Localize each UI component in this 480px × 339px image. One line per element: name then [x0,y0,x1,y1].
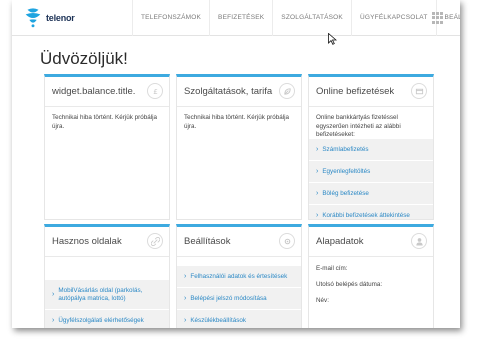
email-field-label: E-mail cím: [316,265,348,272]
chevron-right-icon: › [52,316,55,324]
name-field-label: Név: [316,297,329,304]
online-payments-card: Online befizetések Online bankkártyás fi… [308,74,434,220]
currency-icon[interactable]: £ [147,83,163,99]
card-header: Hasznos oldalak [45,227,169,257]
browser-viewport: telenor TELEFONSZÁMOK BEFIZETÉSEK SZOLGÁ… [12,0,460,328]
nav-item-services[interactable]: SZOLGÁLTATÁSOK [272,0,351,36]
balance-card: widget.balance.title. £ Technikai hiba t… [44,74,170,220]
page-title: Üdvözöljük! [40,49,128,68]
top-navigation-bar: telenor TELEFONSZÁMOK BEFIZETÉSEK SZOLGÁ… [12,0,460,36]
link-icon[interactable] [147,233,163,249]
list-item[interactable]: › Bölég befizetése [309,182,433,204]
main-nav: TELEFONSZÁMOK BEFIZETÉSEK SZOLGÁLTATÁSOK… [132,0,460,36]
link-label: Egyenlegfeltöltés [322,167,371,175]
chevron-right-icon: › [184,294,187,302]
link-label: Készülékbeállítások [190,316,246,324]
card-header: Szolgáltatások, tarifa [177,77,301,107]
card-title: Beállítások [184,236,231,247]
card-header: Online befizetések [309,77,433,107]
list-item[interactable]: › Egyenlegfeltöltés [309,160,433,182]
chevron-right-icon: › [316,145,319,153]
card-title: widget.balance.title. [52,86,136,97]
card-title: Online befizetések [316,86,395,97]
mouse-cursor-icon [328,33,337,45]
useful-link-list: › MobilVásárlás oldal (parkolás, autópály… [45,279,169,328]
chevron-right-icon: › [184,316,187,324]
last-login-field-label: Utolsó belépés dátuma: [316,281,383,288]
telenor-logo-icon [25,8,41,28]
card-title: Hasznos oldalak [52,236,122,247]
basic-data-card: Alapadatok E-mail cím: Utolsó belépés dá… [308,224,434,328]
telenor-logo[interactable]: telenor [22,6,82,30]
card-icon[interactable] [411,83,427,99]
svg-text:£: £ [153,87,158,96]
chevron-right-icon: › [316,189,319,197]
card-header: Alapadatok [309,227,433,257]
card-header: widget.balance.title. £ [45,77,169,107]
list-item[interactable]: › Belépési jelszó módosítása [177,287,301,309]
logo-wordmark: telenor [46,13,75,23]
nav-item-phone-numbers[interactable]: TELEFONSZÁMOK [132,0,209,36]
leaf-icon[interactable] [279,83,295,99]
chevron-right-icon: › [316,167,319,175]
chevron-right-icon: › [316,211,319,219]
user-icon[interactable] [411,233,427,249]
link-label: Korábbi befizetések áttekintése [322,211,410,219]
link-label: MobilVásárlás oldal (parkolás, autópálya… [58,286,143,302]
services-card: Szolgáltatások, tarifa Technikai hiba tö… [176,74,302,220]
card-title: Alapadatok [316,236,364,247]
link-label: Bölég befizetése [322,189,369,197]
list-item[interactable]: › Készülékbeállítások [177,309,301,328]
card-header: Beállítások [177,227,301,257]
list-item[interactable]: › Felhasználói adatok és értesítések [177,265,301,287]
list-item[interactable]: › Korábbi befizetések áttekintése [309,204,433,219]
error-message: Technikai hiba történt. Kérjük próbálja … [52,114,158,130]
link-label: Számlabefizetés [322,145,369,153]
list-item[interactable]: › Számlabefizetés [309,138,433,160]
link-label: Felhasználói adatok és értesítések [190,272,288,280]
list-item[interactable]: › MobilVásárlás oldal (parkolás, autópály… [45,279,169,309]
basic-data-fields: E-mail cím: Utolsó belépés dátuma: Név: [309,257,433,320]
grid-icon[interactable] [432,12,444,24]
card-title: Szolgáltatások, tarifa [184,86,273,97]
gear-icon[interactable] [279,233,295,249]
chevron-right-icon: › [184,272,187,280]
link-label: Belépési jelszó módosítása [190,294,267,302]
list-item[interactable]: › Ügyfélszolgálati elérhetőségek [45,309,169,328]
nav-item-payments[interactable]: BEFIZETÉSEK [209,0,272,36]
error-message: Technikai hiba történt. Kérjük próbálja … [184,114,290,130]
payments-link-list: › Számlabefizetés › Egyenlegfeltöltés › Böl… [309,138,433,219]
settings-link-list: › Felhasználói adatok és értesítések › Bel… [177,265,301,328]
link-label: Ügyfélszolgálati elérhetőségek [58,316,144,324]
settings-card: Beállítások › Felhasználói adatok és érte… [176,224,302,328]
nav-item-customer-service[interactable]: ÜGYFÉLKAPCSOLAT [350,0,436,36]
useful-pages-card: Hasznos oldalak › MobilVásárlás oldal (pa… [44,224,170,328]
chevron-right-icon: › [52,290,55,298]
